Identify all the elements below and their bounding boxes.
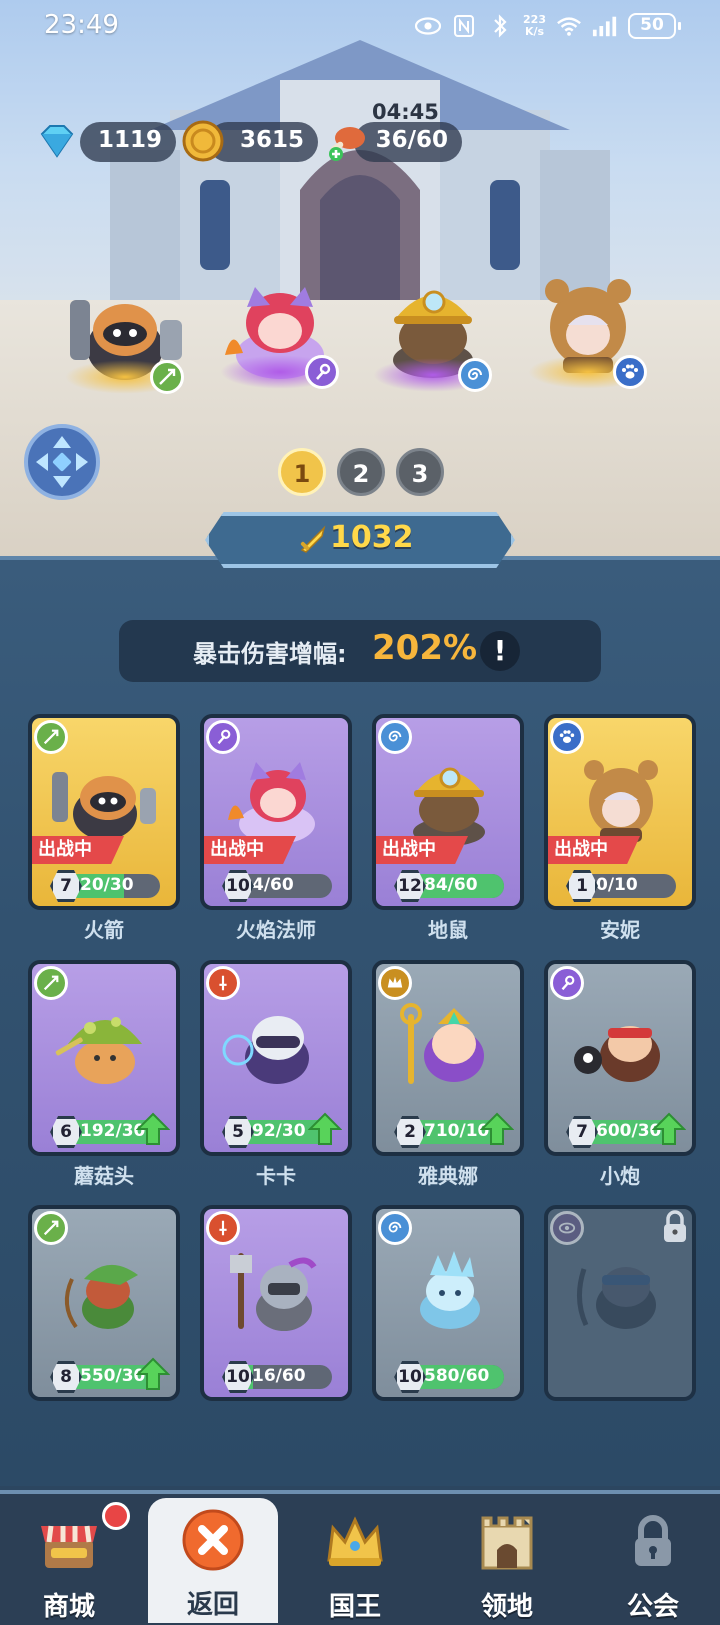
- formation-toggle-button[interactable]: [24, 424, 100, 500]
- hero-card-mushroom[interactable]: 192/30 6: [28, 960, 180, 1156]
- archer-class-icon: [150, 360, 184, 394]
- hero-card-ranger[interactable]: 550/30 8: [28, 1205, 180, 1401]
- upgrade-arrow-icon: [308, 1112, 342, 1145]
- team-page-1[interactable]: 1: [278, 448, 326, 496]
- mage-class-icon: [305, 355, 339, 389]
- formation-slot-1[interactable]: [60, 270, 190, 400]
- pirate-portrait: [574, 1026, 660, 1082]
- hero-name: 地鼠: [428, 918, 468, 942]
- silhouette-portrait: [577, 1267, 656, 1329]
- upgrade-arrow-icon: [480, 1112, 514, 1145]
- lock-icon: [664, 1210, 686, 1242]
- hero-name: 蘑菇头: [74, 1164, 134, 1188]
- ranger-portrait: [64, 1264, 138, 1329]
- hero-card-locked[interactable]: [544, 1205, 696, 1401]
- hero-card-cannon[interactable]: 600/30 7: [544, 960, 696, 1156]
- mushroom-portrait: [55, 1017, 142, 1084]
- shop-stall-icon: [41, 1525, 97, 1568]
- team-page-3[interactable]: 3: [396, 448, 444, 496]
- stamina-counter: 36/60: [354, 122, 462, 162]
- upgrade-arrow-icon: [652, 1112, 686, 1145]
- nav-territory-label: 领地: [480, 1592, 533, 1622]
- nav-back[interactable]: 返回: [148, 1498, 278, 1623]
- dpad-icon: [36, 436, 88, 488]
- signal-icon: [592, 13, 618, 39]
- hero-card-fire-mage[interactable]: 出战中 4/60 10: [200, 714, 352, 910]
- formation-slot-4[interactable]: [523, 265, 653, 395]
- deployed-tag: 出战中: [204, 836, 296, 864]
- hero-name: 小炮: [600, 1164, 640, 1188]
- lock-icon: [635, 1515, 671, 1566]
- team-power: 1032: [330, 520, 414, 555]
- hero-card-kaka[interactable]: 92/30 5: [200, 960, 352, 1156]
- crit-info-button[interactable]: !: [480, 631, 520, 671]
- knight-portrait: [222, 1016, 309, 1084]
- upgrade-arrow-icon: [136, 1357, 170, 1390]
- eye-icon: [415, 13, 442, 39]
- nav-king[interactable]: 国王: [290, 1500, 420, 1625]
- formation-slot-2[interactable]: [215, 265, 345, 395]
- diamond-icon: [40, 125, 74, 158]
- hero-card-athena[interactable]: 710/10 2: [372, 960, 524, 1156]
- coin-icon: [182, 120, 224, 162]
- paw-class-icon: [613, 355, 647, 389]
- nav-king-label: 国王: [328, 1592, 381, 1622]
- castle-gate-icon: [481, 1516, 533, 1570]
- status-bar: 23:49 223 K/s 50: [0, 0, 720, 52]
- crit-bonus-bar: [119, 620, 601, 682]
- nav-territory[interactable]: 领地: [442, 1500, 572, 1625]
- clock: 23:49: [44, 10, 119, 40]
- gem-counter: 1119: [80, 122, 176, 162]
- sword-icon: [300, 525, 326, 553]
- hero-name: 雅典娜: [418, 1164, 478, 1188]
- deployed-tag: 出战中: [548, 836, 640, 864]
- nav-guild[interactable]: 公会: [588, 1500, 718, 1625]
- wifi-icon: [556, 13, 582, 39]
- stamina-timer: 04:45: [372, 100, 439, 124]
- bluetooth-icon: [487, 13, 513, 39]
- shop-notification-dot: [102, 1502, 130, 1530]
- meat-plus-icon[interactable]: [324, 118, 370, 164]
- hero-name: 火焰法师: [236, 918, 316, 942]
- nav-shop-label: 商城: [42, 1592, 95, 1622]
- hero-card-axe-knight[interactable]: 16/60 10: [200, 1205, 352, 1401]
- formation-slot-3[interactable]: [368, 268, 498, 398]
- ice-spirit-portrait: [420, 1251, 480, 1329]
- hero-name: 卡卡: [256, 1164, 296, 1188]
- athena-portrait: [400, 1003, 484, 1084]
- nav-guild-label: 公会: [626, 1592, 679, 1622]
- nfc-icon: [451, 13, 477, 39]
- hero-card-ice-mage[interactable]: 580/60 10: [372, 1205, 524, 1401]
- battery-indicator: 50: [628, 13, 681, 39]
- network-speed: 223 K/s: [523, 13, 546, 38]
- team-page-2[interactable]: 2: [337, 448, 385, 496]
- armored-knight-portrait: [230, 1253, 317, 1331]
- crit-label: 暴击伤害增幅:: [193, 640, 347, 668]
- upgrade-arrow-icon: [136, 1112, 170, 1145]
- deployed-tag: 出战中: [32, 836, 124, 864]
- deployed-tag: 出战中: [376, 836, 468, 864]
- hero-name: 火箭: [84, 918, 124, 942]
- close-icon: [182, 1509, 244, 1571]
- nav-back-label: 返回: [186, 1590, 239, 1620]
- crit-value: 202%: [372, 628, 478, 668]
- hero-card-annie[interactable]: 出战中 0/10 1: [544, 714, 696, 910]
- hero-card-rocket[interactable]: 出战中 20/30 7: [28, 714, 180, 910]
- crown-icon: [327, 1516, 383, 1566]
- hero-name: 安妮: [600, 918, 640, 942]
- hero-card-mole[interactable]: 出战中 84/60 12: [372, 714, 524, 910]
- spiral-class-icon: [458, 358, 492, 392]
